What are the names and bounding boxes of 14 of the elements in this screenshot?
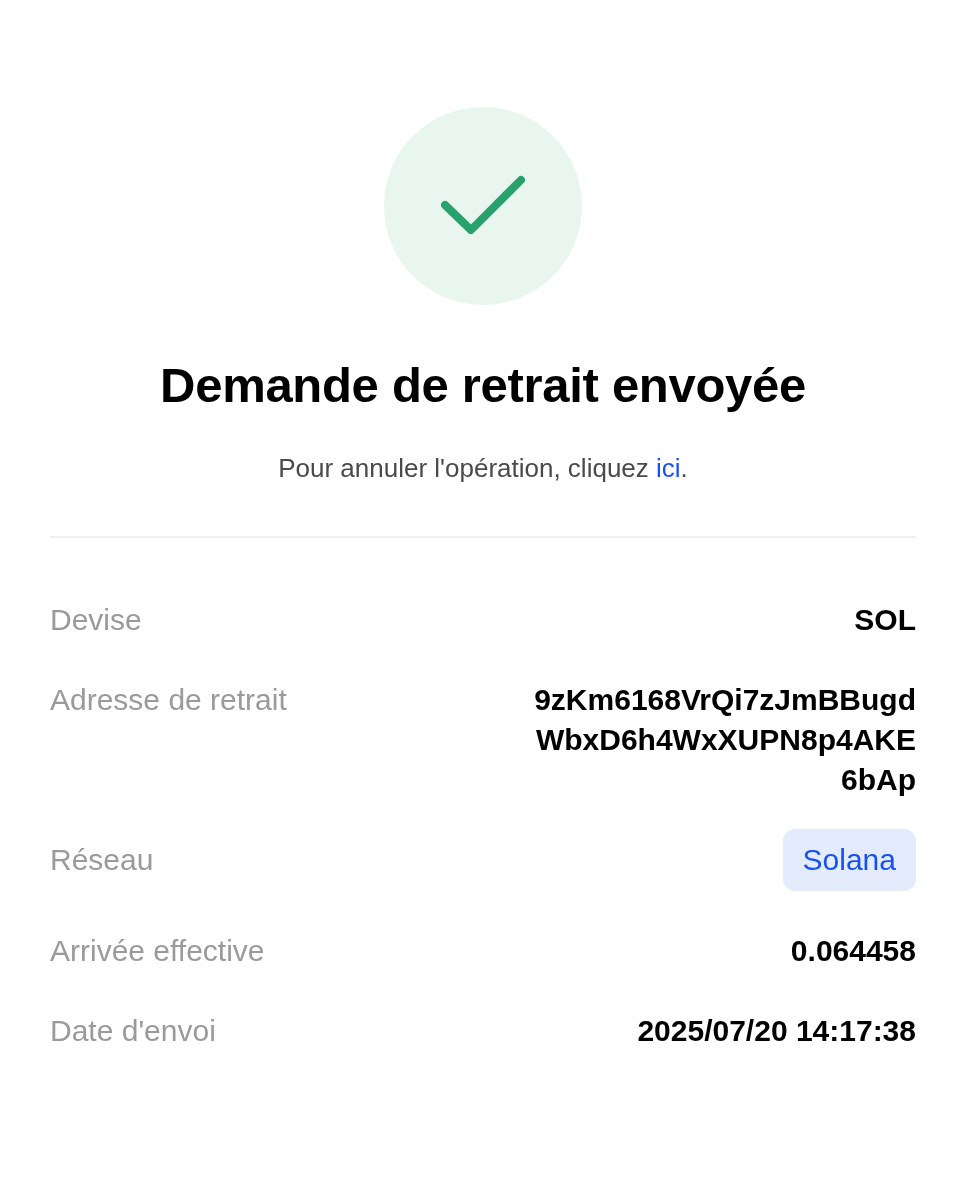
cancel-hint: Pour annuler l'opération, cliquez ici.	[278, 453, 688, 484]
detail-label: Adresse de retrait	[50, 682, 287, 718]
detail-value: 2025/07/20 14:17:38	[637, 1013, 916, 1049]
cancel-link[interactable]: ici	[656, 453, 681, 483]
network-tag: Solana	[782, 829, 916, 891]
detail-label: Date d'envoi	[50, 1013, 216, 1049]
page-title: Demande de retrait envoyée	[160, 357, 806, 413]
detail-label: Réseau	[50, 842, 154, 878]
detail-label: Devise	[50, 602, 142, 638]
checkmark-icon	[441, 175, 525, 237]
detail-label: Arrivée effective	[50, 933, 265, 969]
detail-value: 0.064458	[790, 933, 916, 969]
detail-value: SOL	[854, 602, 916, 638]
detail-value: 9zKm6168VrQi7zJmBBugd WbxD6h4WxXUPN8p4AKE 6bAp	[534, 682, 916, 798]
